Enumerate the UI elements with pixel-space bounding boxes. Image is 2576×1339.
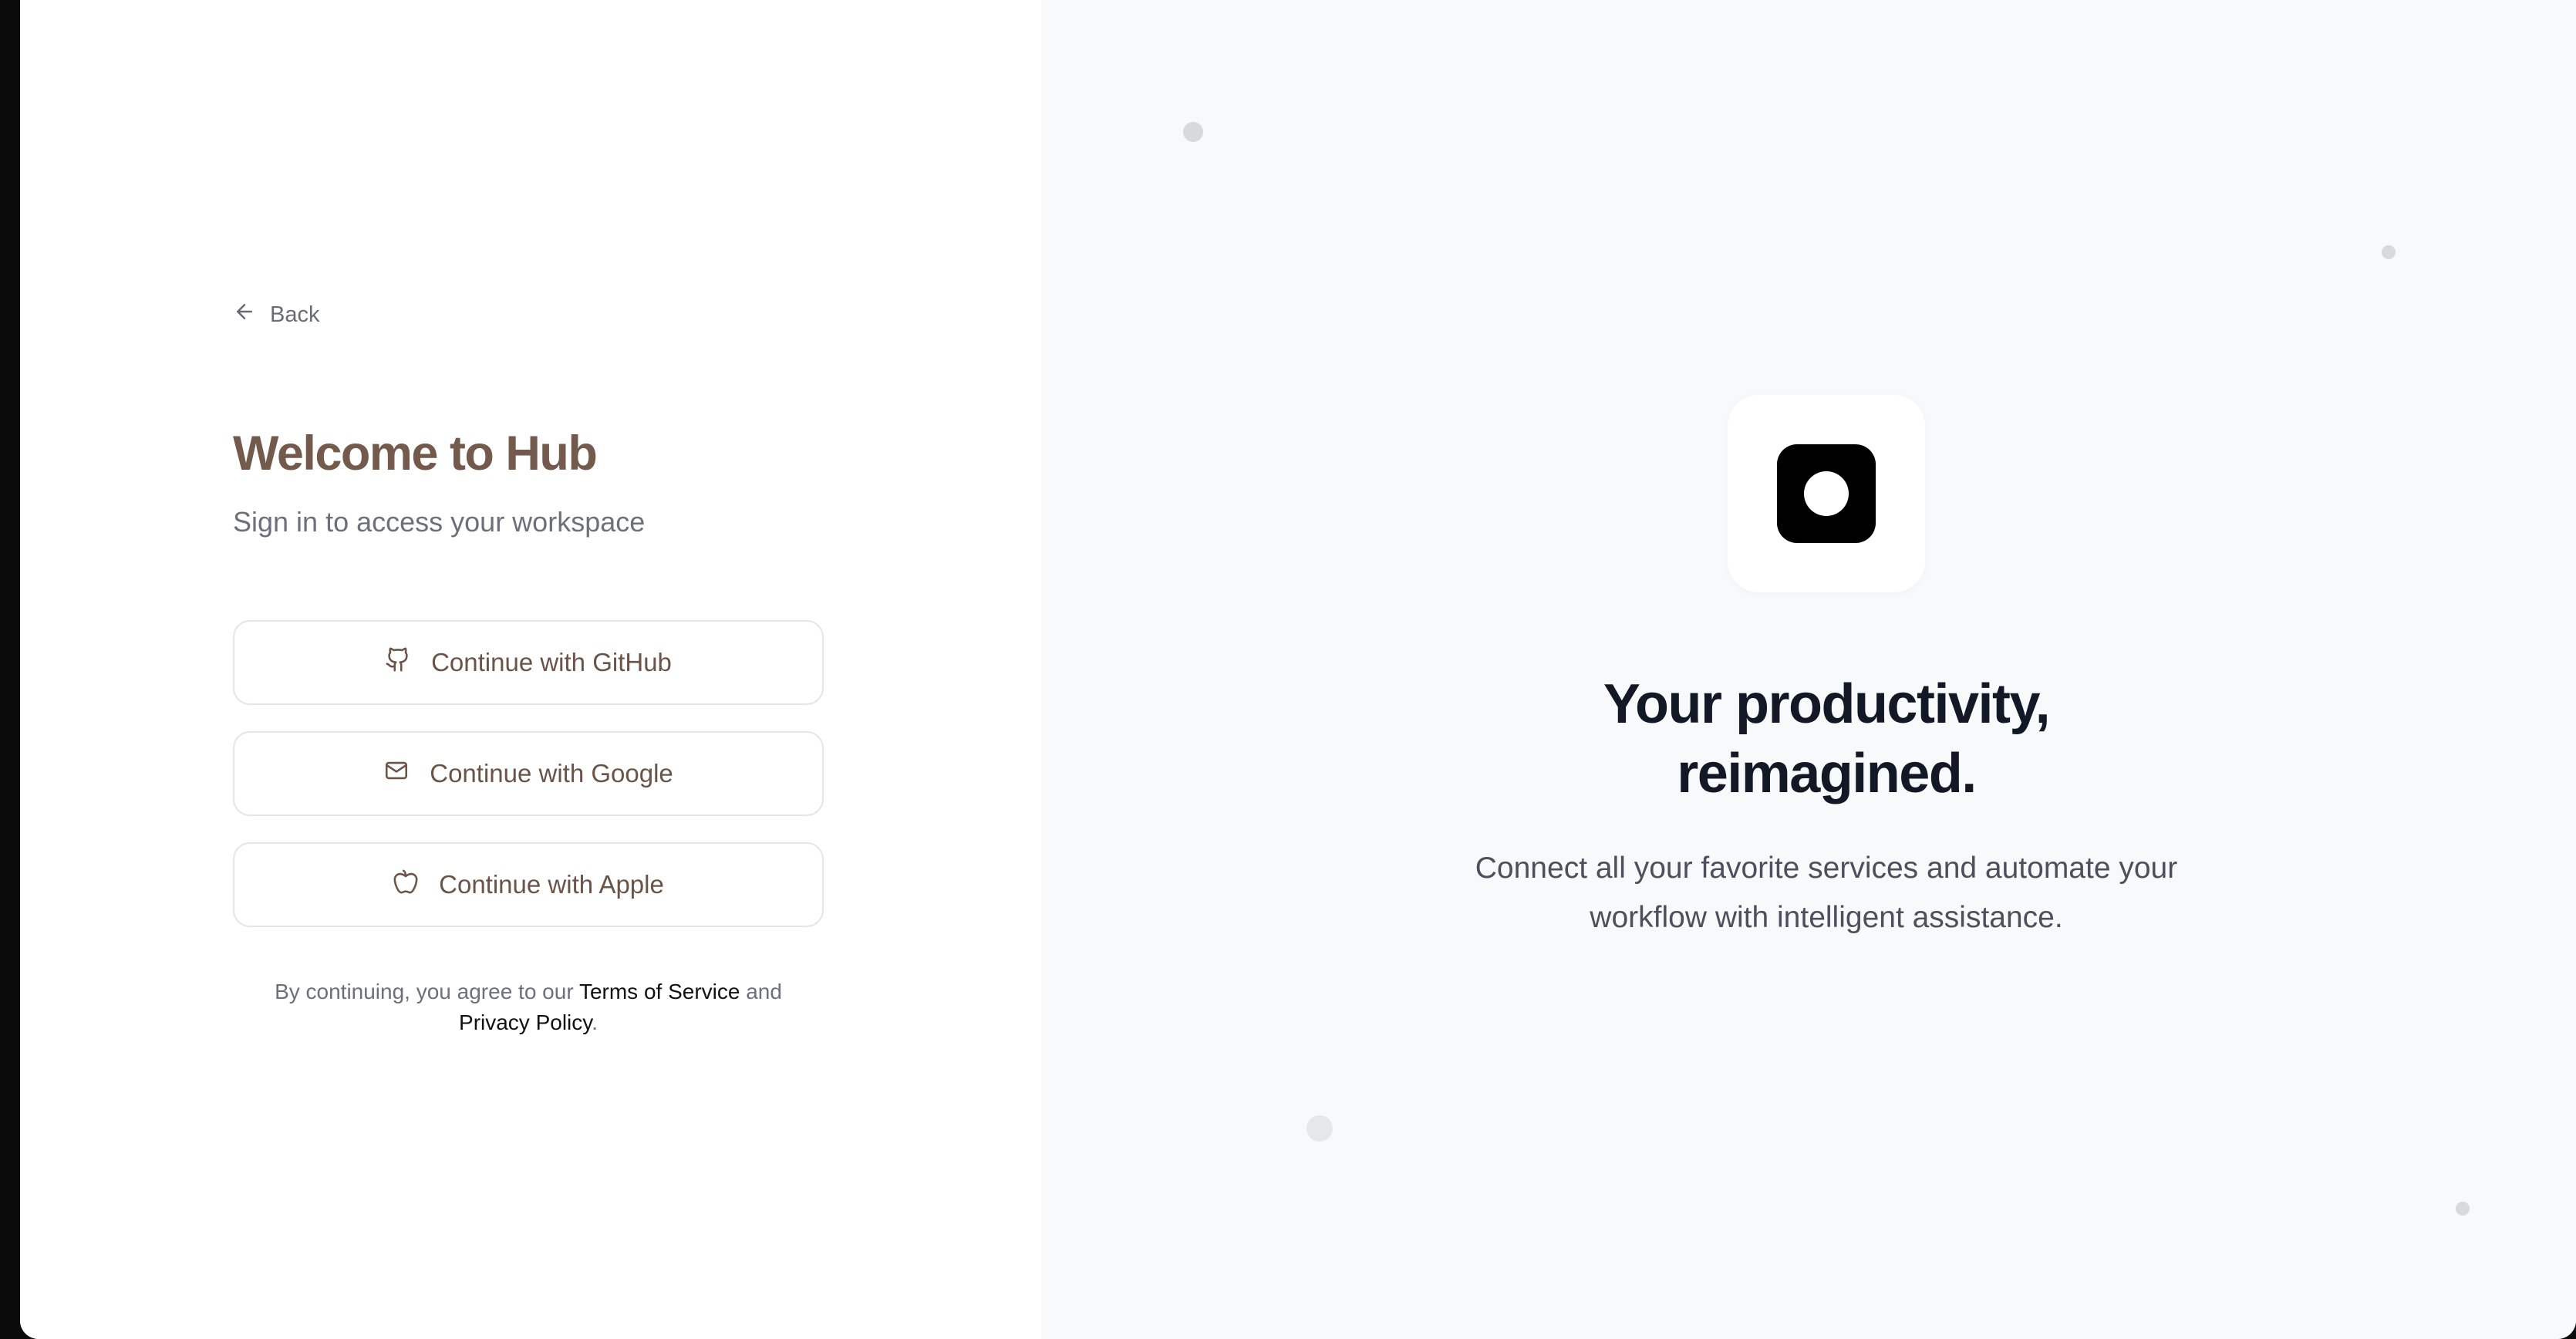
app-logo-card — [1728, 395, 1925, 592]
decorative-dot — [2456, 1202, 2470, 1216]
legal-notice: By continuing, you agree to our Terms of… — [233, 976, 824, 1038]
headline-line-1: Your productivity, — [1603, 673, 2051, 735]
terms-of-service-link[interactable]: Terms of Service — [579, 980, 740, 1003]
github-icon — [385, 646, 411, 679]
continue-with-google-button[interactable]: Continue with Google — [233, 731, 824, 816]
decorative-dot — [2382, 245, 2396, 259]
google-button-label: Continue with Google — [430, 759, 673, 788]
back-label: Back — [270, 302, 320, 327]
page-subtitle: Sign in to access your workspace — [233, 506, 646, 538]
sign-in-panel: Back Welcome to Hub Sign in to access yo… — [20, 0, 1041, 1339]
promo-panel: Your productivity, reimagined. Connect a… — [1041, 0, 2576, 1339]
legal-prefix: By continuing, you agree to our — [275, 980, 574, 1003]
arrow-left-icon — [233, 300, 256, 329]
promo-headline: Your productivity, reimagined. — [1441, 670, 2212, 808]
legal-and: and — [746, 980, 782, 1003]
page-title: Welcome to Hub — [233, 427, 598, 481]
tagline-line-1: Connect all your favorite services and a… — [1475, 852, 2178, 885]
apple-button-label: Continue with Apple — [439, 870, 664, 899]
github-button-label: Continue with GitHub — [431, 648, 672, 676]
tagline-line-2: workflow with intelligent assistance. — [1590, 901, 2063, 934]
continue-with-apple-button[interactable]: Continue with Apple — [233, 842, 824, 927]
decorative-dot — [1183, 122, 1203, 142]
back-button[interactable]: Back — [233, 299, 319, 330]
decorative-dot — [1307, 1115, 1333, 1142]
app-window: Back Welcome to Hub Sign in to access yo… — [20, 0, 2576, 1339]
apple-icon — [393, 868, 419, 901]
legal-suffix: . — [592, 1010, 598, 1034]
mail-icon — [383, 757, 410, 790]
promo-tagline: Connect all your favorite services and a… — [1402, 844, 2251, 943]
app-logo-icon — [1777, 444, 1876, 543]
continue-with-github-button[interactable]: Continue with GitHub — [233, 620, 824, 705]
headline-line-2: reimagined. — [1677, 743, 1977, 804]
privacy-policy-link[interactable]: Privacy Policy — [459, 1010, 592, 1034]
